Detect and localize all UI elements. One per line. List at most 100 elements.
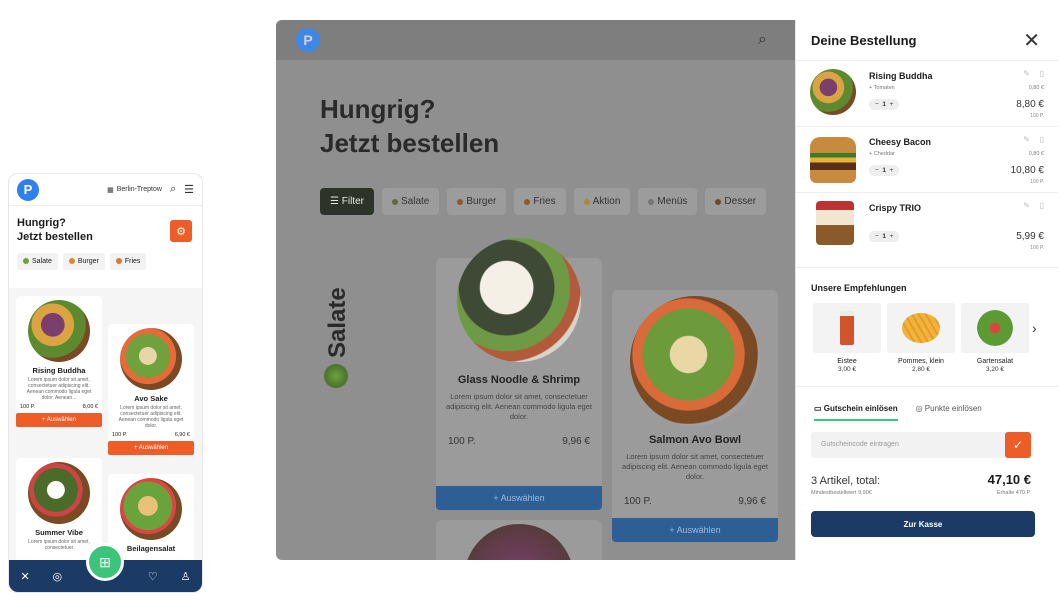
trash-icon[interactable]: ▯ <box>1040 69 1044 78</box>
hero-line-1: Hungrig? <box>17 217 66 229</box>
product-description: Lorem ipsum dolor sit amet, consectetuer <box>28 539 90 551</box>
chip-fries[interactable]: Fries <box>109 253 147 270</box>
product-card[interactable] <box>436 520 602 560</box>
chip-burger[interactable]: Burger <box>62 253 105 270</box>
apply-voucher-button[interactable]: ✓ <box>1005 432 1031 458</box>
product-price-row: 100 P. 6,90 € <box>112 432 190 438</box>
quantity-stepper[interactable]: − 1 + <box>869 99 900 110</box>
tab-label: Gutschein einlösen <box>823 404 898 413</box>
product-name: Rising Buddha <box>32 366 86 375</box>
select-button[interactable]: + Auswählen <box>108 441 194 455</box>
food-image <box>120 328 182 390</box>
min-order: Mindestbestellwert 9,90€ <box>811 490 872 496</box>
product-points: 100 P. <box>448 436 476 447</box>
chip-label: Aktion <box>592 196 621 207</box>
cutlery-icon[interactable]: ✕ <box>20 570 29 583</box>
recommendation-price: 2,80 € <box>911 366 931 373</box>
chip-label: Filter <box>341 196 364 207</box>
chip-menus[interactable]: Menüs <box>638 188 698 215</box>
store-icon: ▦ <box>107 186 114 194</box>
cart-item: Crispy TRIO − 1 + ✎ ▯ 5,99 € 100 P. <box>796 192 1058 258</box>
select-button[interactable]: + Auswählen <box>436 486 602 510</box>
location-selector[interactable]: ▦ Berlin-Treptow <box>107 186 162 194</box>
chip-label: Menüs <box>657 196 688 207</box>
brand-logo[interactable]: P <box>17 178 39 201</box>
item-qty: 1 <box>882 101 887 108</box>
filter-button[interactable]: ⚙ <box>170 220 192 242</box>
filter-button[interactable]: ☰ Filter <box>320 188 374 215</box>
profile-icon[interactable]: ♙ <box>181 570 191 583</box>
chip-label: Salate <box>32 258 52 265</box>
recommendation-price: 3,00 € <box>837 366 857 373</box>
quantity-stepper[interactable]: − 1 + <box>869 165 900 176</box>
points-icon[interactable]: ◎ <box>53 570 63 583</box>
iced-tea-glass <box>840 311 854 345</box>
tab-voucher[interactable]: ▭ Gutschein einlösen <box>814 404 898 421</box>
item-points: 100 P. <box>1030 113 1044 119</box>
food-image <box>457 238 581 362</box>
burger-icon <box>68 258 75 264</box>
product-card[interactable]: Rising Buddha Lorem ipsum dolor sit amet… <box>16 296 102 427</box>
heart-icon[interactable]: ♡ <box>148 570 158 583</box>
product-card[interactable]: Avo Sake Lorem ipsum dolor sit amet, con… <box>108 324 194 455</box>
item-name: Crispy TRIO <box>869 203 922 213</box>
order-summary: 3 Artikel, total: 47,10 € Mindestbestell… <box>811 472 1031 496</box>
product-price: 9,96 € <box>738 496 766 507</box>
chip-burger[interactable]: Burger <box>447 188 507 215</box>
recommendation-price: 3,20 € <box>985 366 1005 373</box>
salad-bowl <box>977 310 1013 346</box>
item-name: Rising Buddha <box>869 71 933 81</box>
tab-points[interactable]: ◎ Punkte einlösen <box>916 404 982 421</box>
cart-panel: Deine Bestellung ✕ Rising Buddha + Tomat… <box>795 20 1058 560</box>
chip-fries[interactable]: Fries <box>514 188 566 215</box>
recommendation-card[interactable]: Gartensalat 3,20 € <box>961 303 1029 373</box>
chip-salate[interactable]: Salate <box>17 253 58 270</box>
product-card[interactable]: Glass Noodle & Shrimp Lorem ipsum dolor … <box>436 238 602 510</box>
shopping-bag-icon: ⊞ <box>99 553 111 570</box>
location-label: Berlin-Treptow <box>116 186 162 193</box>
trash-icon[interactable]: ▯ <box>1040 135 1044 144</box>
select-button[interactable]: + Auswählen <box>16 413 102 427</box>
food-image <box>810 137 856 183</box>
brand-logo[interactable]: P <box>296 28 320 52</box>
checkout-button[interactable]: Zur Kasse <box>811 511 1035 537</box>
quantity-stepper[interactable]: − 1 + <box>869 231 900 242</box>
voucher-input[interactable]: Gutscheincode eintragen <box>811 432 1031 458</box>
hero-line-1: Hungrig? <box>320 94 436 124</box>
total-price: 47,10 € <box>987 472 1031 487</box>
summary-label: 3 Artikel, total: <box>811 475 881 487</box>
product-name: Glass Noodle & Shrimp <box>457 374 581 386</box>
product-card[interactable]: Salmon Avo Bowl Lorem ipsum dolor sit am… <box>612 290 778 542</box>
edit-icon[interactable]: ✎ <box>1023 135 1030 144</box>
recommendation-name: Pommes, klein <box>898 358 944 365</box>
trash-icon[interactable]: ▯ <box>1040 201 1044 210</box>
dessert-icon <box>715 199 722 205</box>
chevron-right-icon[interactable]: › <box>1032 320 1037 336</box>
salad-icon <box>324 364 348 388</box>
product-price: 6,90 € <box>174 432 190 438</box>
food-image <box>630 296 760 426</box>
chip-label: Desser <box>724 196 757 207</box>
select-button[interactable]: + Auswählen <box>612 518 778 542</box>
chip-label: Fries <box>124 258 141 265</box>
recommendation-card[interactable]: Eistee 3,00 € <box>813 303 881 373</box>
item-name: Cheesy Bacon <box>869 137 932 147</box>
search-icon[interactable]: ⌕ <box>758 31 767 49</box>
product-name: Beilagensalat <box>126 544 176 553</box>
category-chips: ☰ Filter Salate Burger Fries Aktion Menü… <box>320 188 767 215</box>
salad-image <box>961 303 1029 353</box>
menu-icon[interactable]: ☰ <box>184 183 194 196</box>
item-extra-price: 0,80 € <box>1028 151 1044 157</box>
divider <box>796 267 1058 268</box>
close-icon[interactable]: ✕ <box>1023 28 1040 53</box>
salad-icon <box>23 258 29 264</box>
category-chips: Salate Burger Fries <box>17 253 194 270</box>
cart-bag-button[interactable]: ⊞ <box>86 543 124 581</box>
edit-icon[interactable]: ✎ <box>1023 69 1030 78</box>
edit-icon[interactable]: ✎ <box>1023 201 1030 210</box>
chip-desserts[interactable]: Desser <box>705 188 767 215</box>
chip-aktion[interactable]: Aktion <box>573 188 631 215</box>
recommendation-card[interactable]: Pommes, klein 2,80 € <box>887 303 955 373</box>
search-icon[interactable]: ⌕ <box>170 183 176 196</box>
chip-salate[interactable]: Salate <box>381 188 440 215</box>
